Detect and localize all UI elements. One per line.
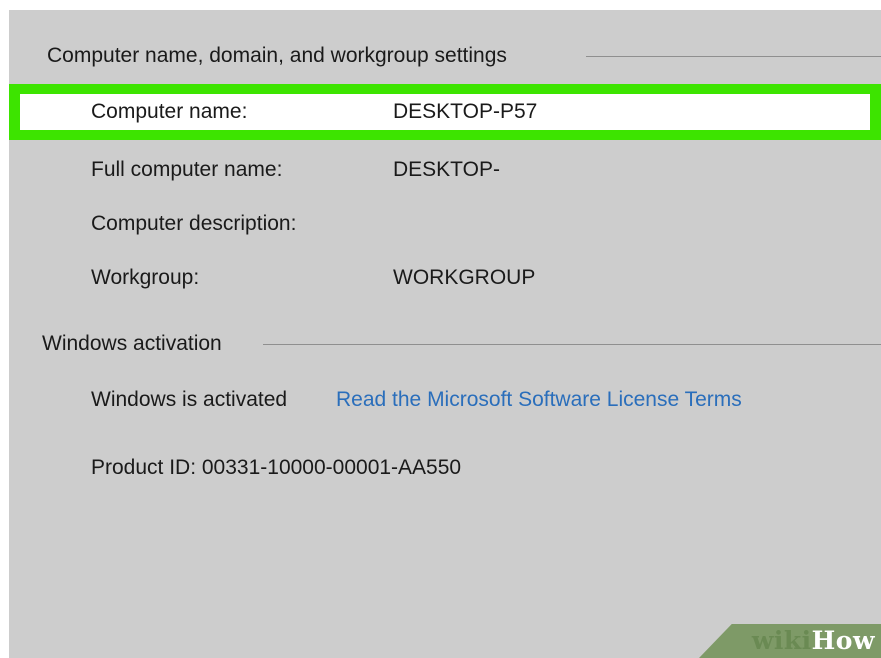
- wikihow-watermark-text: wikiHow: [752, 626, 875, 656]
- workgroup-label: Workgroup:: [91, 266, 200, 289]
- computer-settings-header: Computer name, domain, and workgroup set…: [47, 36, 507, 76]
- computer-settings-title: Computer name, domain, and workgroup set…: [47, 44, 507, 67]
- watermark-wiki: wiki: [751, 626, 812, 655]
- activation-title: Windows activation: [42, 332, 222, 355]
- activation-status-text: Windows is activated: [91, 388, 288, 411]
- license-terms-link[interactable]: Read the Microsoft Software License Term…: [336, 386, 742, 414]
- workgroup-value: WORKGROUP: [393, 266, 536, 289]
- full-computer-name-value: DESKTOP-: [393, 158, 500, 181]
- watermark-how: How: [811, 626, 875, 655]
- full-computer-name-label: Full computer name:: [91, 158, 283, 181]
- product-id-text: Product ID: 00331-10000-00001-AA550: [91, 456, 462, 479]
- computer-name-label: Computer name:: [91, 100, 248, 123]
- computer-name-value: DESKTOP-P57: [393, 100, 538, 123]
- system-properties-panel: Computer name, domain, and workgroup set…: [9, 10, 881, 658]
- activation-header: Windows activation: [42, 324, 222, 364]
- computer-description-label: Computer description:: [91, 212, 297, 235]
- activation-divider: [263, 344, 881, 345]
- computer-settings-divider: [586, 56, 881, 57]
